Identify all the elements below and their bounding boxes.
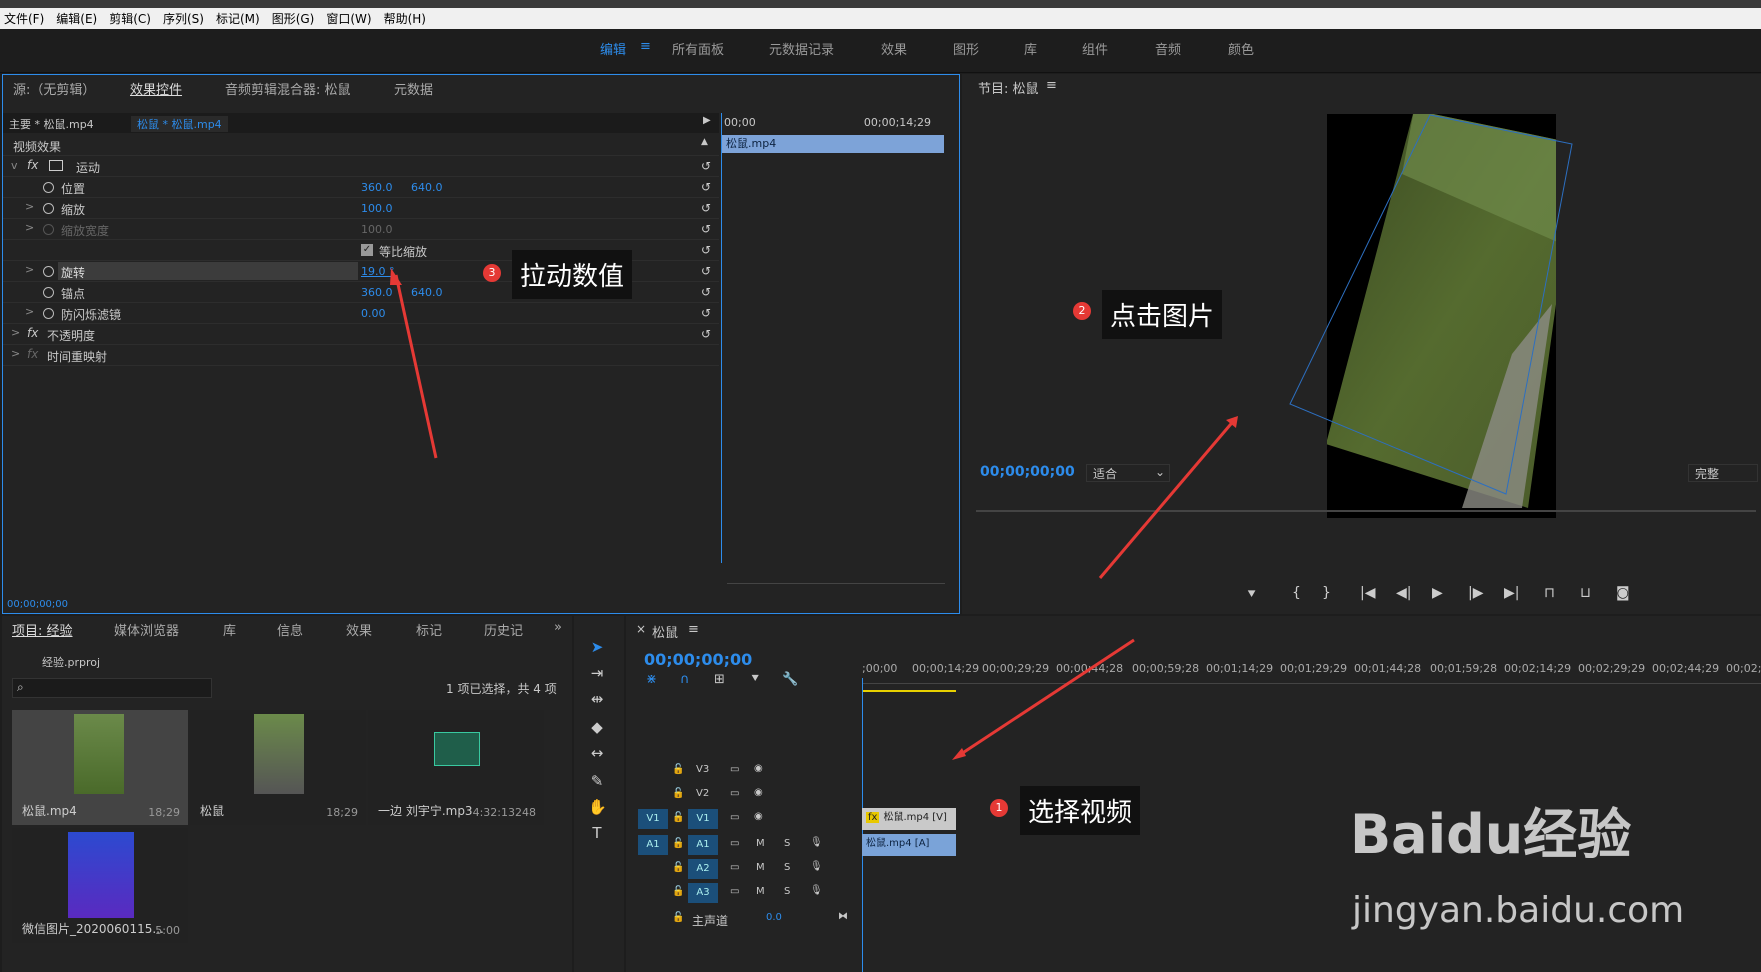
watermark-url: jingyan.baidu.com (1352, 890, 1685, 931)
arrow-head-icon (390, 268, 402, 285)
annotation-label: 点击图片 (1102, 290, 1223, 339)
watermark-brand: Baidu经验 (1350, 803, 1632, 866)
arrow-head-icon (952, 748, 966, 760)
annotation-number: 1 (990, 799, 1008, 817)
annotation-label: 拉动数值 (512, 250, 633, 299)
annotation-number: 2 (1073, 302, 1091, 320)
annotation-label: 选择视频 (1020, 786, 1141, 835)
annotation-number: 3 (483, 264, 501, 282)
